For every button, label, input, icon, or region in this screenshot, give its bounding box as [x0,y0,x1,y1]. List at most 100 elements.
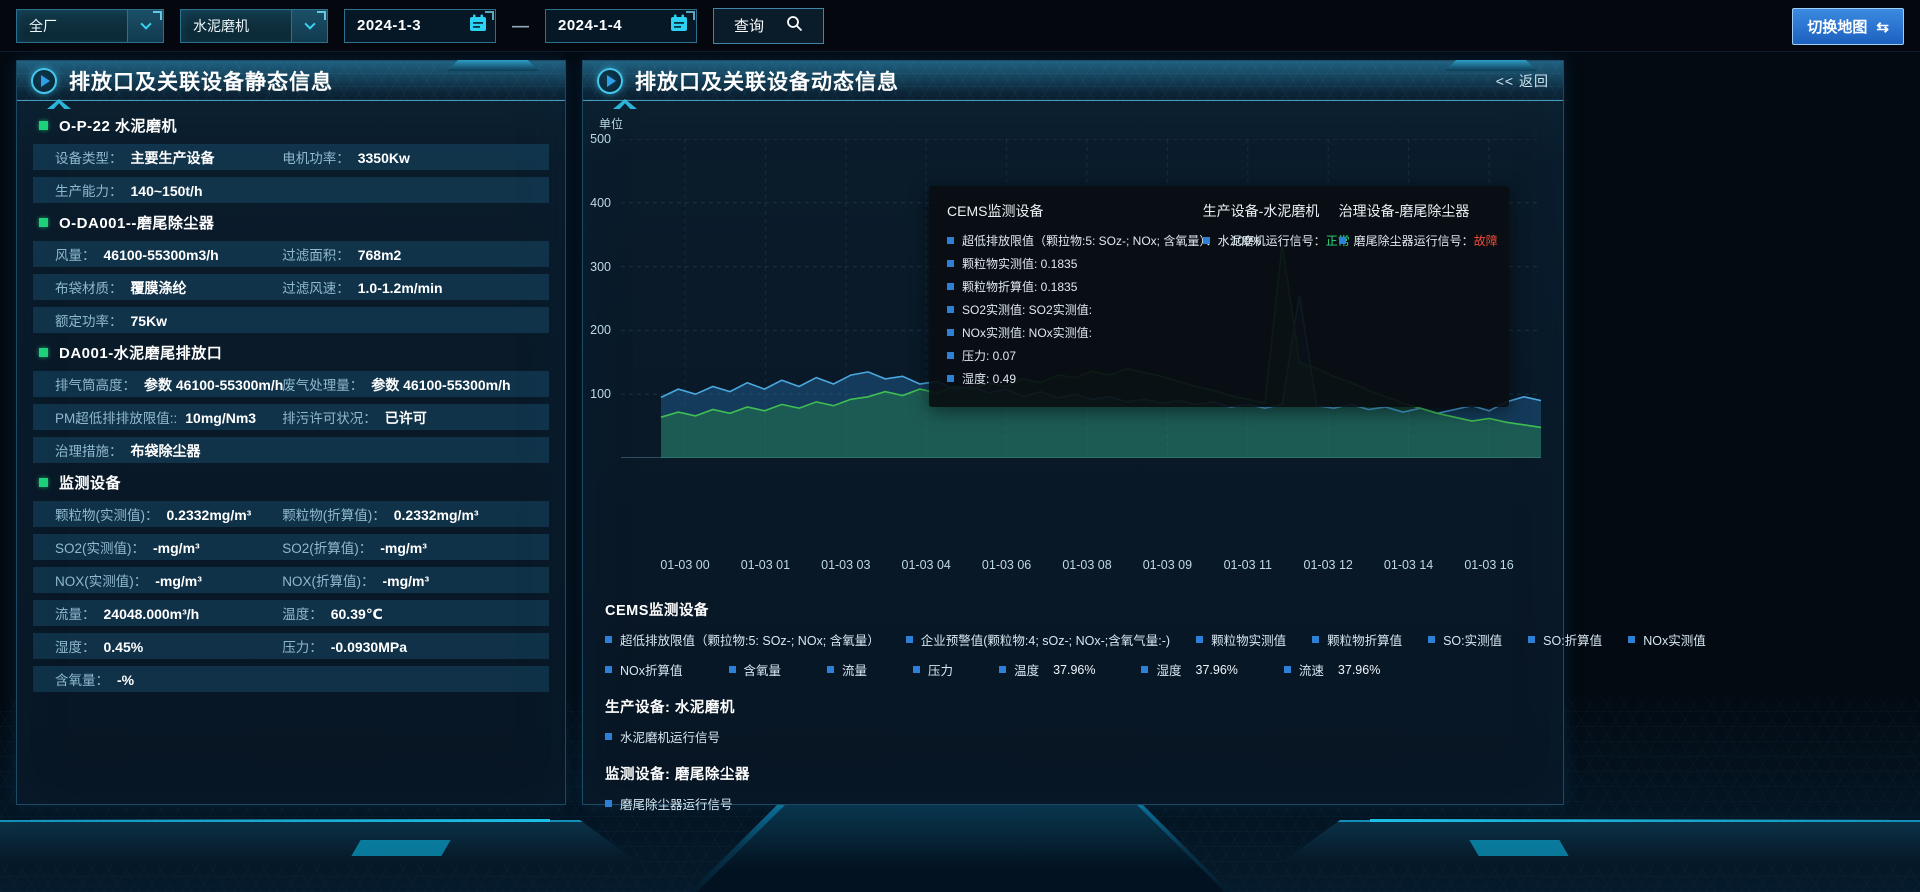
legend-square-icon [1428,636,1435,643]
info-row: 流量：24048.000m³/h温度：60.39℃ [33,600,549,626]
legend-square-icon [999,666,1006,673]
y-tick-label: 300 [590,260,611,274]
query-button[interactable]: 查询 [713,8,824,44]
start-date-input[interactable]: 2024-1-3 [344,9,496,43]
dynamic-info-title: 排放口及关联设备动态信息 [635,66,899,96]
legend-item[interactable]: 流速37.96% [1284,660,1380,679]
legend-item[interactable]: 水泥磨机运行信号 [605,727,720,746]
legend-item[interactable]: NOx实测值 [1628,630,1706,649]
date-range-separator: — [512,16,529,36]
play-circle-icon [31,68,57,94]
legend-item[interactable]: 企业预警值(颗粒物:4; sOz-; NOx-;含氧气量:-) [906,630,1170,649]
legend-item[interactable]: 超低排放限值（颗拉物:5: SOz-; NOx; 含氧量） [605,630,880,649]
x-tick-label: 01-03 12 [1304,558,1353,572]
info-field: 颗粒物(折算值)：0.2332mg/m³ [282,504,478,524]
legend-square-icon [827,666,834,673]
legend-item[interactable]: SO:折算值 [1528,630,1602,649]
field-label: 颗粒物(折算值)： [282,504,386,524]
field-label: 排气筒高度： [55,374,136,394]
panel-tab-decoration [447,60,539,71]
switch-arrows-icon: ⇆ [1876,18,1889,36]
plant-select[interactable]: 全厂 [16,9,164,43]
tooltip-treatment-title: 治理设备-磨尾除尘器 [1339,201,1491,221]
tooltip-row: 颗粒物折算值: 0.1835 [947,278,1203,295]
field-label: 治理措施： [55,440,123,460]
field-value: 覆膜涤纶 [131,278,187,298]
legend-item[interactable]: 含氧量 [729,660,782,679]
legend-item-label: 含氧量 [744,660,782,679]
field-label: 过滤面积： [282,244,350,264]
legend-square-icon [729,666,736,673]
legend-item[interactable]: 压力 [913,660,953,679]
info-row: 湿度：0.45%压力：-0.0930MPa [33,633,549,659]
tooltip-row-text: SO2实测值: SO2实测值: [962,301,1092,318]
legend-item[interactable]: SO:实测值 [1428,630,1502,649]
info-row: 额定功率：75Kw [33,307,549,333]
x-axis-tick-labels: 01-03 0001-03 0101-03 0301-03 0401-03 06… [621,558,1541,576]
tooltip-row: 超低排放限值（颗拉物:5: SOz-; NOx; 含氧量）： 100% [947,232,1203,249]
static-info-panel: 排放口及关联设备静态信息 O-P-22 水泥磨机设备类型：主要生产设备电机功率：… [16,60,566,805]
legend-item-label: 超低排放限值（颗拉物:5: SOz-; NOx; 含氧量） [620,630,880,649]
field-value: 0.45% [104,639,144,655]
section-title: 监测设备 [59,472,121,493]
legend-item[interactable]: 颗粒物折算值 [1312,630,1402,649]
calendar-icon[interactable] [669,13,689,38]
legend-item[interactable]: 颗粒物实测值 [1196,630,1286,649]
static-info-rows: O-P-22 水泥磨机设备类型：主要生产设备电机功率：3350Kw生产能力：14… [17,101,565,692]
section-bullet-icon [39,348,48,357]
info-field: 额定功率：75Kw [55,310,282,330]
legend-item[interactable]: 流量 [827,660,867,679]
tooltip-row-text: NOx实测值: NOx实测值: [962,324,1092,341]
info-field: 风量：46100-55300m3/h [55,244,282,264]
field-value: 1.0-1.2m/min [358,280,443,296]
field-value: 布袋除尘器 [131,441,201,461]
field-label: 湿度： [55,636,96,656]
tooltip-row: 颗粒物实测值: 0.1835 [947,255,1203,272]
legend-item[interactable]: 温度37.96% [999,660,1095,679]
field-value: 主要生产设备 [131,148,215,168]
tooltip-row: SO2实测值: SO2实测值: [947,301,1203,318]
info-field: 过滤风速：1.0-1.2m/min [282,277,442,297]
legend-square-icon [906,636,913,643]
legend-section-header: 生产设备: 水泥磨机 [605,696,1545,717]
legend-item[interactable]: NOx折算值 [605,660,683,679]
x-tick-label: 01-03 04 [902,558,951,572]
info-row: 布袋材质：覆膜涤纶过滤风速：1.0-1.2m/min [33,274,549,300]
y-axis-unit-label: 单位 [599,115,623,132]
legend-item[interactable]: 磨尾除尘器运行信号 [605,794,733,813]
field-value: 60.39℃ [331,606,383,623]
field-label: 设备类型： [55,147,123,167]
back-link[interactable]: << 返回 [1496,71,1549,91]
field-value: -mg/m³ [382,573,429,589]
legend-square-icon [605,733,612,740]
legend-item-value: 37.96% [1196,663,1238,677]
info-field: 温度：60.39℃ [282,603,383,623]
field-value: -% [117,672,134,688]
x-tick-label: 01-03 09 [1143,558,1192,572]
y-tick-label: 500 [590,132,611,146]
field-value: 75Kw [131,313,168,329]
chevron-down-icon[interactable] [127,10,163,42]
switch-map-button[interactable]: 切换地图 ⇆ [1792,8,1904,45]
info-field: SO2(实测值)：-mg/m³ [55,537,282,557]
legend-square-icon [947,352,954,359]
field-value: -mg/m³ [155,573,202,589]
section-header: 监测设备 [33,470,549,494]
field-label: SO2(折算值)： [282,537,372,557]
calendar-icon[interactable] [468,13,488,38]
legend-item-label: 流速 [1299,660,1324,679]
device-select[interactable]: 水泥磨机 [180,9,328,43]
tooltip-row: 湿度: 0.49 [947,370,1203,387]
end-date-input[interactable]: 2024-1-4 [545,9,697,43]
field-label: 排污许可状况： [282,407,377,427]
play-circle-icon [597,68,623,94]
legend-square-icon [913,666,920,673]
legend-item[interactable]: 湿度37.96% [1141,660,1237,679]
legend-item-label: 压力 [928,660,953,679]
legend-item-label: 温度 [1014,660,1039,679]
y-tick-label: 400 [590,196,611,210]
info-row: 排气筒高度：参数 46100-55300m/h废气处理量：参数 46100-55… [33,371,549,397]
chevron-up-decoration [613,99,637,109]
chevron-down-icon[interactable] [291,10,327,42]
tooltip-production-title: 生产设备-水泥磨机 [1203,201,1339,221]
